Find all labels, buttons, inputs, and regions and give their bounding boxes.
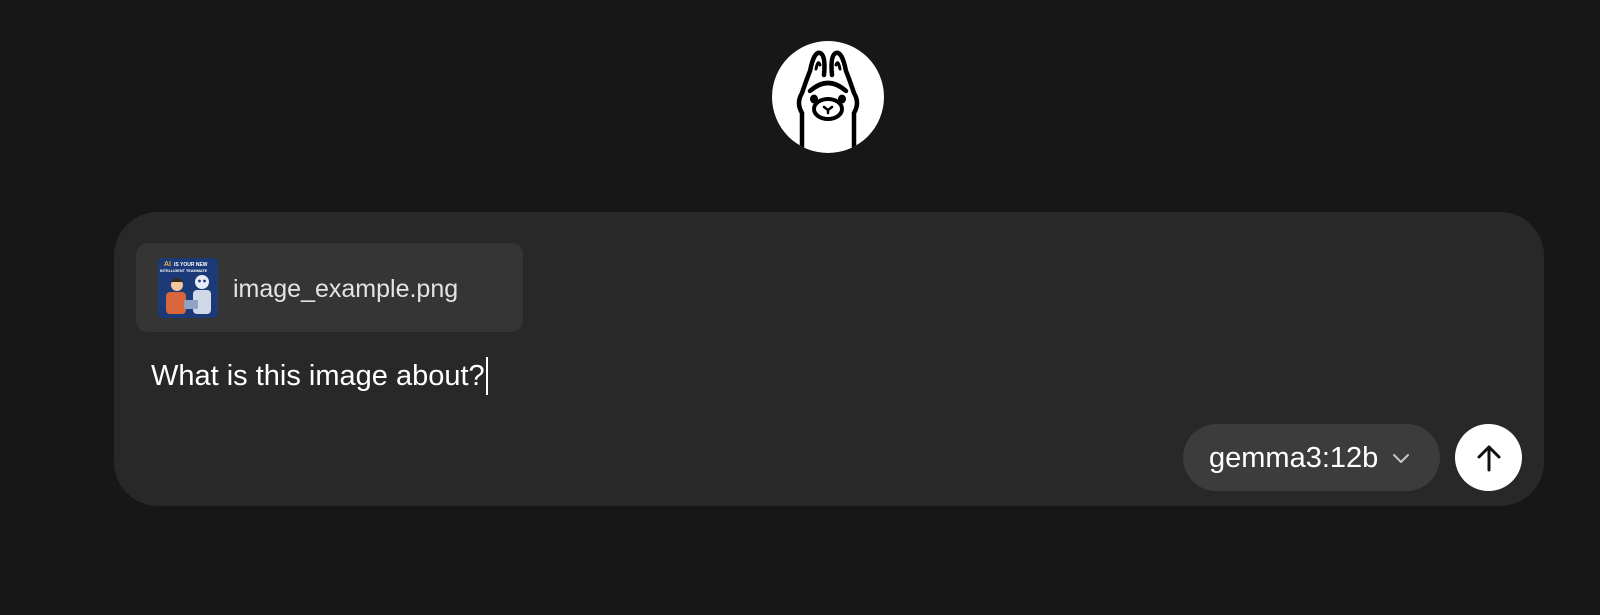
prompt-text: What is this image about? xyxy=(151,360,485,392)
chat-page: AI IS YOUR NEW INTELLIGENT TEAMMATE imag… xyxy=(0,0,1600,615)
send-button[interactable] xyxy=(1455,424,1522,491)
thumbnail-line-2: INTELLIGENT TEAMMATE xyxy=(160,269,208,273)
text-caret xyxy=(485,357,488,395)
model-selector-label: gemma3:12b xyxy=(1209,441,1379,474)
prompt-input[interactable]: What is this image about? xyxy=(151,357,488,395)
llama-icon xyxy=(796,50,860,153)
attachment-thumbnail: AI IS YOUR NEW INTELLIGENT TEAMMATE xyxy=(158,258,218,318)
arrow-up-icon xyxy=(1477,445,1500,471)
model-selector[interactable]: gemma3:12b xyxy=(1183,424,1440,491)
attachment-chip[interactable]: AI IS YOUR NEW INTELLIGENT TEAMMATE imag… xyxy=(136,243,523,332)
thumbnail-ai-text: AI xyxy=(164,261,171,268)
ollama-logo xyxy=(772,41,884,153)
thumbnail-line-1: IS YOUR NEW xyxy=(174,262,208,268)
chat-composer: AI IS YOUR NEW INTELLIGENT TEAMMATE imag… xyxy=(114,212,1544,506)
attachment-file-name: image_example.png xyxy=(233,275,459,303)
chevron-down-icon xyxy=(1392,452,1410,464)
